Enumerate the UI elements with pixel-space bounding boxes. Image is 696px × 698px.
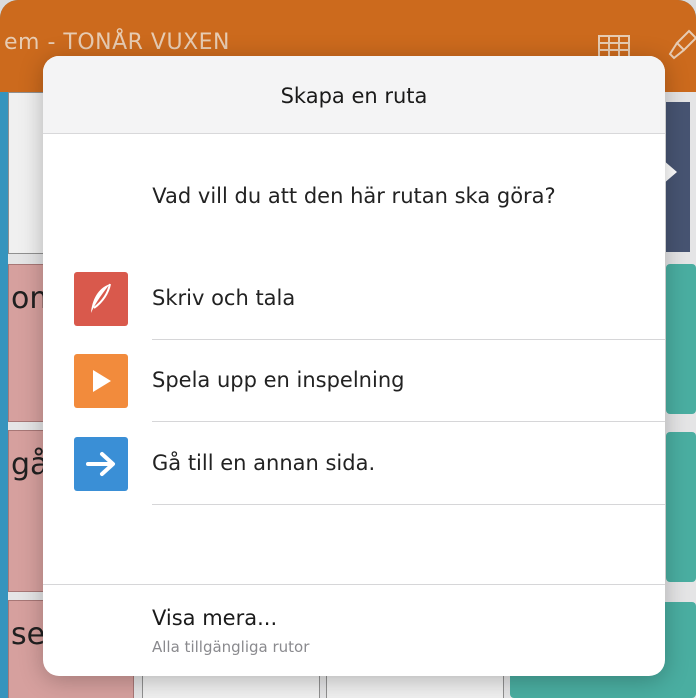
arrow-right-icon (74, 437, 128, 491)
show-more-subtitle: Alla tillgängliga rutor (152, 638, 310, 656)
popover-header: Skapa en ruta (43, 56, 665, 134)
option-write-and-speak[interactable]: Skriv och tala (43, 258, 665, 340)
divider (152, 421, 665, 422)
option-play-recording[interactable]: Spela upp en inspelning (43, 340, 665, 422)
quill-pen-icon (74, 272, 128, 326)
play-icon (74, 354, 128, 408)
option-label: Spela upp en inspelning (152, 368, 405, 392)
divider (43, 584, 665, 585)
show-more-title: Visa mera... (152, 606, 278, 630)
popover-title: Skapa en ruta (280, 84, 428, 108)
option-go-to-page[interactable]: Gå till en annan sida. (43, 423, 665, 505)
option-label: Gå till en annan sida. (152, 451, 376, 475)
popover-question: Vad vill du att den här rutan ska göra? (152, 184, 556, 208)
divider (152, 504, 665, 505)
create-tile-popover: Skapa en ruta Vad vill du att den här ru… (43, 56, 665, 676)
option-label: Skriv och tala (152, 286, 296, 310)
popover-arrow (663, 160, 677, 184)
